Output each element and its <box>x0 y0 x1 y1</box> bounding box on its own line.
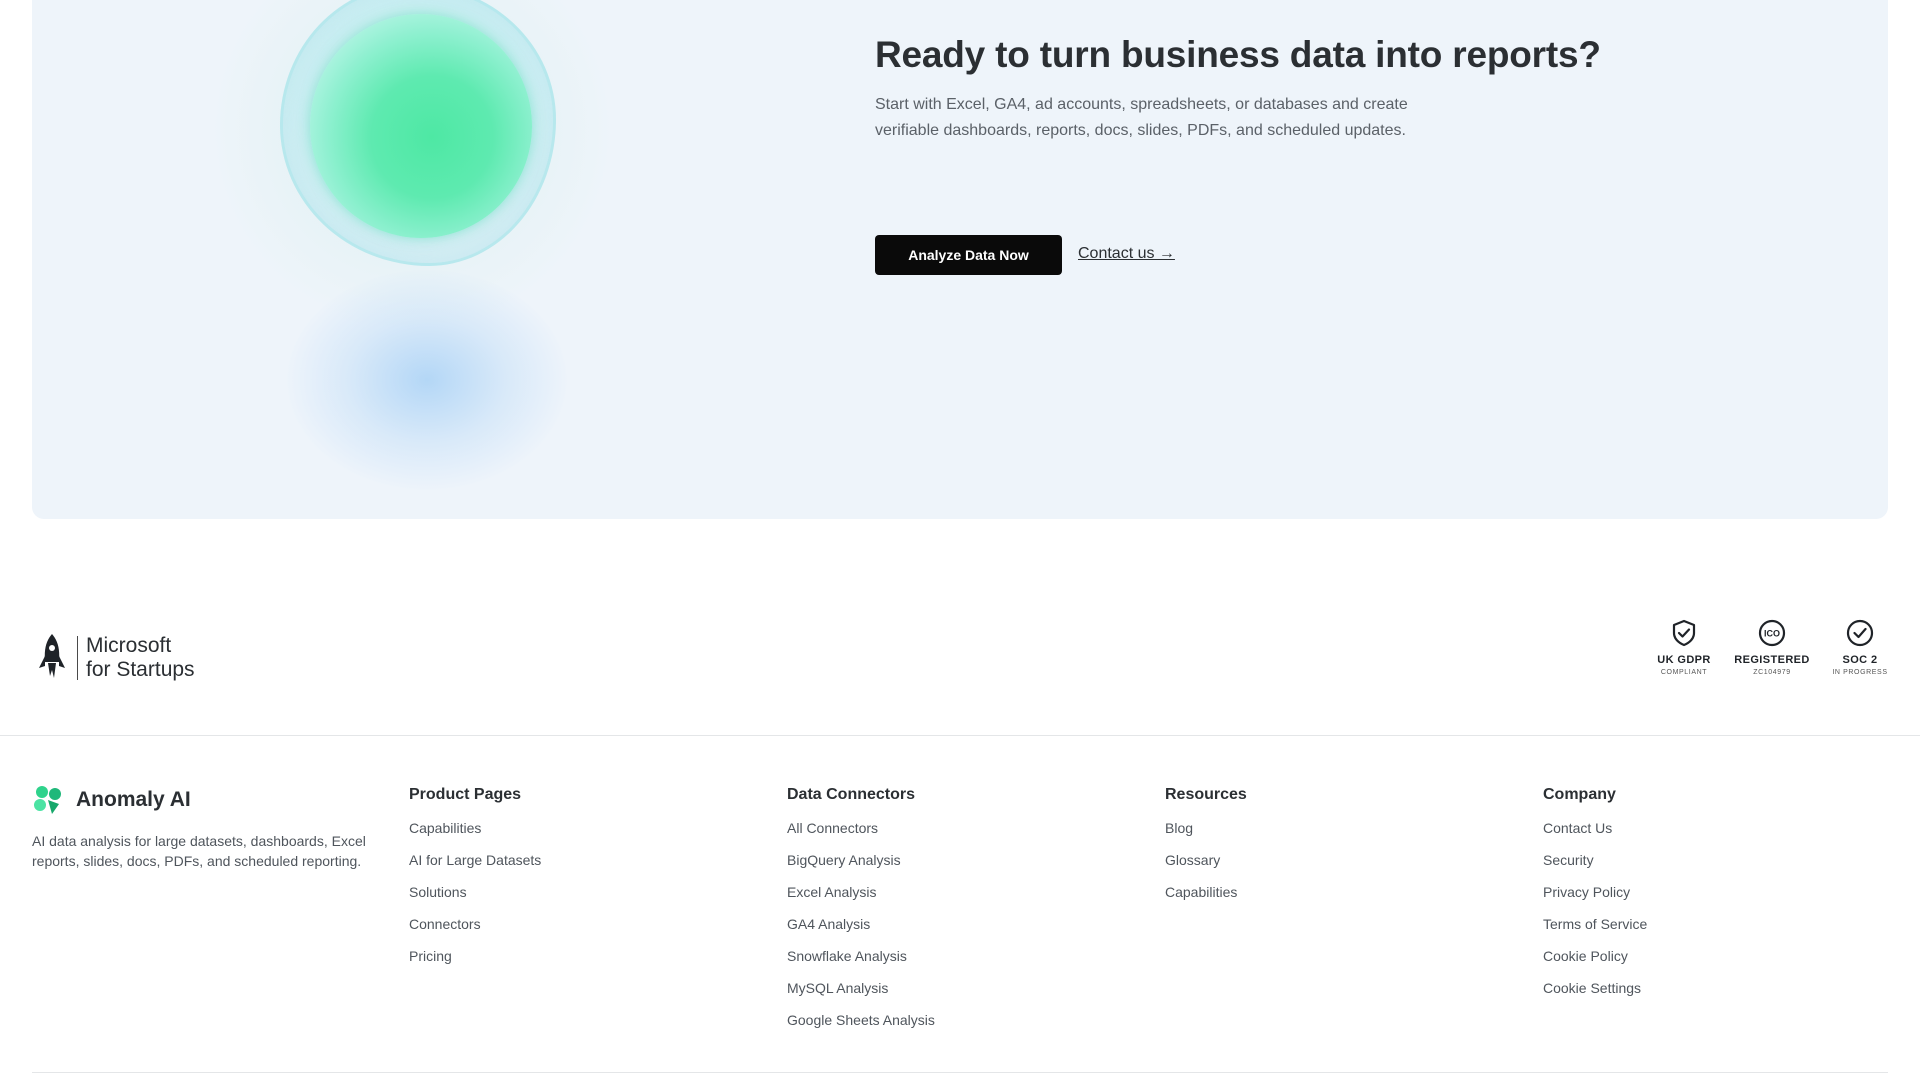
orb-shadow-decoration <box>287 270 567 490</box>
contact-us-link[interactable]: Contact us → <box>1078 245 1175 263</box>
footer-col-heading: Resources <box>1165 786 1247 803</box>
badge-uk-gdpr: UK GDPR COMPLIANT <box>1640 618 1728 676</box>
footer-link-security[interactable]: Security <box>1543 850 1647 870</box>
brand-description: AI data analysis for large datasets, das… <box>32 833 366 869</box>
badge-subtitle: IN PROGRESS <box>1832 669 1888 676</box>
badge-title: REGISTERED <box>1734 654 1810 666</box>
logo-divider <box>77 636 78 680</box>
footer-bottom-divider <box>32 1072 1888 1073</box>
badge-ico-registered: ICO REGISTERED ZC104979 <box>1728 618 1816 676</box>
svg-text:ICO: ICO <box>1764 629 1780 639</box>
footer-link-all-connectors[interactable]: All Connectors <box>787 818 935 838</box>
footer-col-heading: Company <box>1543 786 1616 803</box>
ico-icon: ICO <box>1758 619 1786 647</box>
footer-link-connectors[interactable]: Connectors <box>409 914 541 934</box>
footer-link-cookie-settings[interactable]: Cookie Settings <box>1543 978 1647 998</box>
footer-link-google-sheets-analysis[interactable]: Google Sheets Analysis <box>787 1010 935 1030</box>
footer-link-contact-us[interactable]: Contact Us <box>1543 818 1647 838</box>
orb-inner-decoration <box>310 14 532 238</box>
footer-col-resources: Resources Blog Glossary Capabilities <box>1165 786 1247 914</box>
footer-link-snowflake-analysis[interactable]: Snowflake Analysis <box>787 946 935 966</box>
check-circle-icon <box>1846 619 1874 647</box>
footer-col-heading: Data Connectors <box>787 786 916 803</box>
cta-section: Ready to turn business data into reports… <box>32 0 1888 519</box>
footer-divider <box>0 735 1920 736</box>
cta-heading: Ready to turn business data into reports… <box>875 34 1601 75</box>
footer-link-blog[interactable]: Blog <box>1165 818 1247 838</box>
shield-check-icon <box>1672 619 1696 647</box>
badge-subtitle: ZC104979 <box>1753 669 1791 676</box>
anomaly-ai-logo-icon <box>34 786 61 814</box>
footer-link-glossary[interactable]: Glossary <box>1165 850 1247 870</box>
rocket-icon <box>39 634 65 678</box>
compliance-badges: UK GDPR COMPLIANT ICO REGISTERED ZC10497… <box>1640 618 1904 676</box>
footer-link-capabilities-resources[interactable]: Capabilities <box>1165 882 1247 902</box>
analyze-data-now-button[interactable]: Analyze Data Now <box>875 235 1062 275</box>
footer-link-cookie-policy[interactable]: Cookie Policy <box>1543 946 1647 966</box>
partner-line-2: for Startups <box>86 658 195 681</box>
badge-soc2: SOC 2 IN PROGRESS <box>1816 618 1904 676</box>
partner-name: Microsoft for Startups <box>86 634 195 682</box>
badge-title: UK GDPR <box>1657 654 1711 666</box>
footer-link-ga4-analysis[interactable]: GA4 Analysis <box>787 914 935 934</box>
footer-col-data-connectors: Data Connectors All Connectors BigQuery … <box>787 786 935 1042</box>
footer-link-pricing[interactable]: Pricing <box>409 946 541 966</box>
footer-col-product-pages: Product Pages Capabilities AI for Large … <box>409 786 541 978</box>
footer-link-bigquery-analysis[interactable]: BigQuery Analysis <box>787 850 935 870</box>
brand-name: Anomaly AI <box>76 788 191 811</box>
footer-link-solutions[interactable]: Solutions <box>409 882 541 902</box>
footer-link-terms-of-service[interactable]: Terms of Service <box>1543 914 1647 934</box>
badge-subtitle: COMPLIANT <box>1660 669 1708 676</box>
brand-logo[interactable]: Anomaly AI <box>32 784 191 816</box>
partner-line-1: Microsoft <box>86 634 172 657</box>
footer-link-excel-analysis[interactable]: Excel Analysis <box>787 882 935 902</box>
footer-link-mysql-analysis[interactable]: MySQL Analysis <box>787 978 935 998</box>
footer-col-heading: Product Pages <box>409 786 522 803</box>
footer-link-privacy-policy[interactable]: Privacy Policy <box>1543 882 1647 902</box>
microsoft-for-startups-logo: Microsoft for Startups <box>37 632 195 684</box>
footer-col-company: Company Contact Us Security Privacy Poli… <box>1543 786 1647 1010</box>
footer-link-ai-for-large-datasets[interactable]: AI for Large Datasets <box>409 850 541 870</box>
footer-link-capabilities[interactable]: Capabilities <box>409 818 541 838</box>
badge-title: SOC 2 <box>1842 654 1878 666</box>
cta-description: Start with Excel, GA4, ad accounts, spre… <box>875 96 1408 139</box>
